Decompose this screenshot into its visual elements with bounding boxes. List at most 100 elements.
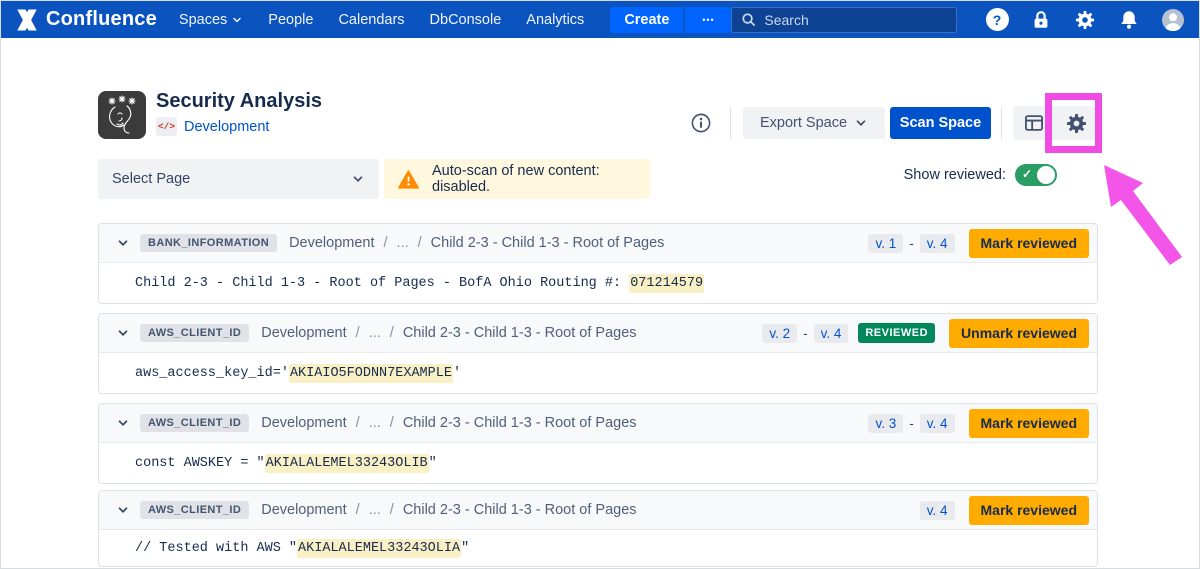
show-reviewed-control: Show reviewed: ✓	[801, 163, 1057, 187]
collapse-chevron-icon[interactable]	[114, 234, 132, 252]
chevron-down-icon	[231, 14, 243, 26]
version-to-chip[interactable]: v. 4	[814, 324, 849, 343]
admin-settings-button[interactable]	[1073, 8, 1097, 32]
finding-actions: v. 4 Mark reviewed	[920, 496, 1089, 525]
gear-icon	[1074, 9, 1096, 31]
crumb-page[interactable]: Child 2-3 - Child 1-3 - Root of Pages	[403, 502, 637, 518]
unmark-reviewed-button[interactable]: Unmark reviewed	[949, 319, 1089, 348]
create-more-button[interactable]: •••	[685, 7, 731, 33]
show-reviewed-label: Show reviewed:	[904, 167, 1006, 183]
crumb-space[interactable]: Development	[261, 415, 346, 431]
avatar-icon	[1161, 8, 1185, 32]
collapse-chevron-icon[interactable]	[114, 501, 132, 519]
export-space-button[interactable]: Export Space	[743, 107, 885, 139]
crumb-separator: /	[356, 502, 360, 518]
bell-icon	[1118, 9, 1140, 31]
space-link[interactable]: Development	[184, 119, 269, 135]
reviewed-badge: REVIEWED	[858, 323, 935, 343]
confluence-logo-icon	[15, 9, 39, 31]
help-button[interactable]: ?	[985, 8, 1009, 32]
nav-spaces[interactable]: Spaces	[179, 12, 243, 28]
crumb-page[interactable]: Child 2-3 - Child 1-3 - Root of Pages	[403, 325, 637, 341]
secret-highlight: 071214579	[629, 274, 704, 293]
nav-spaces-label: Spaces	[179, 12, 227, 28]
crumb-separator: /	[390, 502, 394, 518]
crumb-ellipsis[interactable]: ...	[369, 325, 381, 341]
search-input[interactable]	[764, 12, 947, 28]
crumb-ellipsis[interactable]: ...	[397, 235, 409, 251]
notifications-button[interactable]	[1117, 8, 1141, 32]
secret-highlight: AKIAIO5FODNN7EXAMPLE	[289, 364, 453, 383]
user-avatar[interactable]	[1161, 8, 1185, 32]
finding-snippet-row: const AWSKEY = "AKIALALEMEL33243OLIB"	[99, 443, 1097, 483]
warning-icon	[398, 170, 419, 189]
crumb-separator: /	[356, 325, 360, 341]
finding-snippet-row: // Tested with AWS "AKIALALEMEL33243OLIA…	[99, 530, 1097, 566]
version-to-chip[interactable]: v. 4	[920, 234, 955, 253]
crumb-space[interactable]: Development	[261, 502, 346, 518]
mark-reviewed-button[interactable]: Mark reviewed	[969, 229, 1090, 258]
finding-type-badge: AWS_CLIENT_ID	[140, 501, 249, 519]
crumb-page[interactable]: Child 2-3 - Child 1-3 - Root of Pages	[431, 235, 665, 251]
mark-reviewed-button[interactable]: Mark reviewed	[969, 496, 1090, 525]
version-from-chip[interactable]: v. 3	[868, 414, 903, 433]
page-title: Security Analysis	[156, 90, 322, 113]
finding-actions: v. 2 - v. 4 REVIEWED Unmark reviewed	[762, 319, 1089, 348]
finding-header: BANK_INFORMATION Development / ... / Chi…	[99, 224, 1097, 263]
nav-dbconsole[interactable]: DbConsole	[430, 12, 502, 28]
finding-type-badge: BANK_INFORMATION	[140, 234, 277, 252]
crumb-page[interactable]: Child 2-3 - Child 1-3 - Root of Pages	[403, 415, 637, 431]
navbar-icon-cluster: ?	[985, 8, 1185, 32]
nav-calendars[interactable]: Calendars	[338, 12, 404, 28]
finding-snippet-row: aws_access_key_id='AKIAIO5FODNN7EXAMPLE'	[99, 353, 1097, 393]
nav-analytics[interactable]: Analytics	[526, 12, 584, 28]
space-breadcrumb-row: </> Development	[156, 117, 269, 136]
crumb-ellipsis[interactable]: ...	[369, 502, 381, 518]
search-box[interactable]	[731, 7, 957, 33]
sidebar-toggle-button[interactable]	[1013, 106, 1055, 140]
version-to-chip[interactable]: v. 4	[920, 414, 955, 433]
crumb-separator: /	[356, 415, 360, 431]
breadcrumb: Development / ... / Child 2-3 - Child 1-…	[261, 325, 636, 341]
info-button[interactable]	[690, 112, 712, 134]
create-button[interactable]: Create	[610, 7, 683, 33]
scan-space-button[interactable]: Scan Space	[890, 107, 991, 139]
crumb-space[interactable]: Development	[261, 325, 346, 341]
collapse-chevron-icon[interactable]	[114, 324, 132, 342]
lock-button[interactable]	[1029, 8, 1053, 32]
help-icon: ?	[986, 8, 1009, 31]
crumb-separator: /	[390, 415, 394, 431]
finding-header: AWS_CLIENT_ID Development / ... / Child …	[99, 404, 1097, 443]
crumb-ellipsis[interactable]: ...	[369, 415, 381, 431]
show-reviewed-toggle[interactable]: ✓	[1015, 164, 1057, 186]
space-logo	[98, 91, 146, 139]
code-snippet: aws_access_key_id='AKIAIO5FODNN7EXAMPLE'	[135, 366, 461, 381]
breadcrumb: Development / ... / Child 2-3 - Child 1-…	[261, 502, 636, 518]
secret-highlight: AKIALALEMEL33243OLIA	[297, 539, 461, 558]
finding-type-badge: AWS_CLIENT_ID	[140, 324, 249, 342]
code-snippet: const AWSKEY = "AKIALALEMEL33243OLIB"	[135, 456, 437, 471]
version-to-chip[interactable]: v. 4	[920, 501, 955, 520]
header-divider	[730, 107, 731, 139]
search-icon	[741, 12, 756, 27]
mark-reviewed-button[interactable]: Mark reviewed	[969, 409, 1090, 438]
finding-type-badge: AWS_CLIENT_ID	[140, 414, 249, 432]
toggle-check-icon: ✓	[1022, 167, 1032, 181]
finding-card: AWS_CLIENT_ID Development / ... / Child …	[98, 490, 1098, 567]
confluence-logo[interactable]: Confluence	[15, 8, 157, 31]
top-navbar: Confluence Spaces People Calendars DbCon…	[1, 1, 1199, 38]
space-settings-gear-button[interactable]	[1055, 106, 1097, 140]
crumb-space[interactable]: Development	[289, 235, 374, 251]
version-from-chip[interactable]: v. 1	[868, 234, 903, 253]
select-page-dropdown[interactable]: Select Page	[98, 159, 379, 199]
code-snippet: // Tested with AWS "AKIALALEMEL33243OLIA…	[135, 541, 469, 556]
code-snippet: Child 2-3 - Child 1-3 - Root of Pages - …	[135, 276, 704, 291]
collapse-chevron-icon[interactable]	[114, 414, 132, 432]
finding-header: AWS_CLIENT_ID Development / ... / Child …	[99, 491, 1097, 530]
finding-snippet-row: Child 2-3 - Child 1-3 - Root of Pages - …	[99, 263, 1097, 303]
breadcrumb: Development / ... / Child 2-3 - Child 1-…	[289, 235, 664, 251]
version-from-chip[interactable]: v. 2	[762, 324, 797, 343]
nav-people[interactable]: People	[268, 12, 313, 28]
breadcrumb: Development / ... / Child 2-3 - Child 1-…	[261, 415, 636, 431]
version-range-dash: -	[909, 236, 914, 251]
